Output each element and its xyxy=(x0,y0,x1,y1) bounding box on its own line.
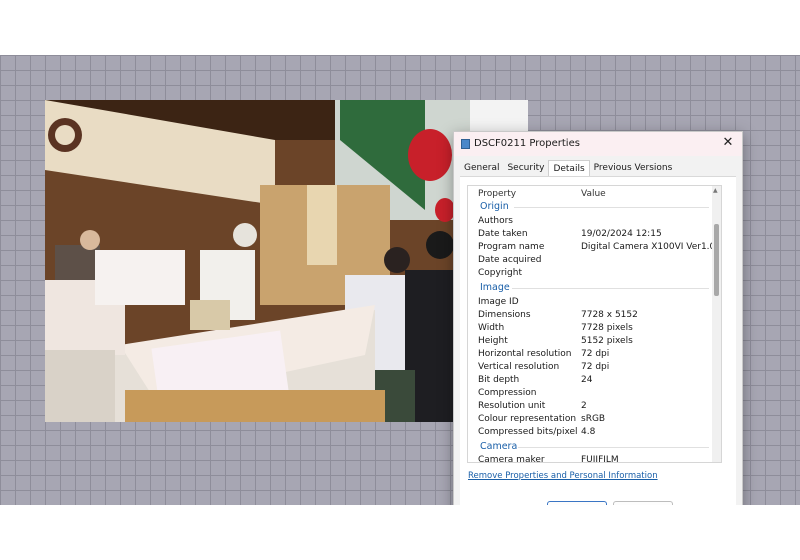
scroll-up-icon[interactable]: ▲ xyxy=(713,187,718,194)
list-item[interactable]: Dimensions 7728 x 5152 xyxy=(468,309,712,322)
list-item[interactable]: Width 7728 pixels xyxy=(468,322,712,335)
list-item[interactable]: Image ID xyxy=(468,296,712,309)
properties-dialog: DSCF0211 Properties ✕ General Security D… xyxy=(453,131,743,505)
shop-photo xyxy=(45,100,470,422)
tab-previous-versions[interactable]: Previous Versions xyxy=(590,160,677,176)
tab-general[interactable]: General xyxy=(460,160,503,176)
list-item[interactable]: Bit depth 24 xyxy=(468,374,712,387)
list-item[interactable]: Camera maker FUJIFILM xyxy=(468,454,712,462)
desktop-background: DSCF0211 Properties ✕ General Security D… xyxy=(0,55,800,505)
group-image: Image xyxy=(480,282,510,293)
tab-bar: General Security Details Previous Versio… xyxy=(460,160,677,177)
apply-button[interactable] xyxy=(679,501,739,505)
title-bar: DSCF0211 Properties ✕ xyxy=(454,132,742,156)
tab-security[interactable]: Security xyxy=(503,160,548,176)
cancel-button[interactable] xyxy=(613,501,673,505)
property-list[interactable]: Property Value Origin Authors Date taken… xyxy=(467,185,722,463)
list-item[interactable]: Program name Digital Camera X100VI Ver1.… xyxy=(468,241,721,254)
ok-button[interactable] xyxy=(547,501,607,505)
group-divider xyxy=(514,207,709,208)
scroll-thumb[interactable] xyxy=(714,224,719,296)
list-item[interactable]: Height 5152 pixels xyxy=(468,335,712,348)
group-divider xyxy=(518,447,709,448)
tab-details[interactable]: Details xyxy=(548,160,590,177)
list-item[interactable]: Resolution unit 2 xyxy=(468,400,712,413)
group-camera: Camera xyxy=(480,441,518,452)
close-icon[interactable]: ✕ xyxy=(714,132,742,156)
list-item[interactable]: Horizontal resolution 72 dpi xyxy=(468,348,712,361)
details-panel: Property Value Origin Authors Date taken… xyxy=(460,176,736,505)
list-item[interactable]: Vertical resolution 72 dpi xyxy=(468,361,712,374)
dialog-title: DSCF0211 Properties xyxy=(474,138,580,149)
file-icon xyxy=(461,139,470,149)
list-item[interactable]: Copyright xyxy=(468,267,712,280)
column-header: Property Value xyxy=(468,188,712,201)
group-origin: Origin xyxy=(480,201,509,212)
vertical-scrollbar[interactable]: ▲ xyxy=(712,186,721,462)
value-column-header[interactable]: Value xyxy=(581,189,606,199)
list-item[interactable]: Authors xyxy=(468,215,712,228)
remove-properties-link[interactable]: Remove Properties and Personal Informati… xyxy=(468,471,658,481)
group-divider xyxy=(512,288,709,289)
list-item[interactable]: Date taken 19/02/2024 12:15 xyxy=(468,228,712,241)
list-item[interactable]: Compression xyxy=(468,387,712,400)
list-item[interactable]: Date acquired xyxy=(468,254,712,267)
property-column-header[interactable]: Property xyxy=(478,189,516,199)
list-item[interactable]: Compressed bits/pixel 4.8 xyxy=(468,426,712,439)
list-item[interactable]: Colour representation sRGB xyxy=(468,413,712,426)
